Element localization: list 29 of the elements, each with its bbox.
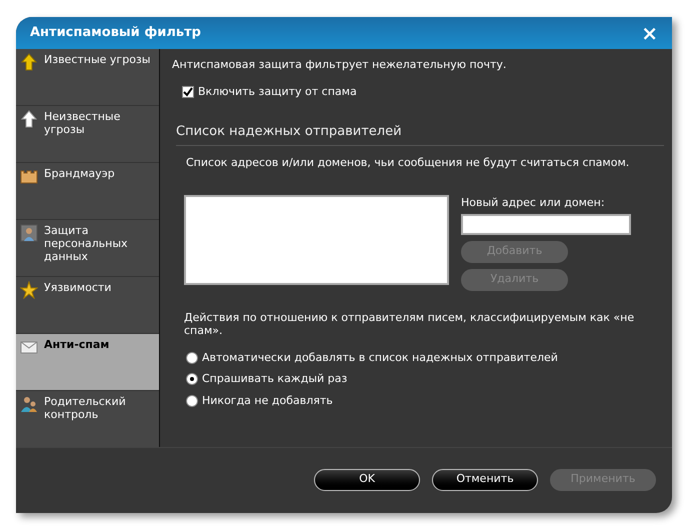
radio-button[interactable] xyxy=(186,394,198,407)
radio-button[interactable] xyxy=(186,352,198,364)
arrow-up-icon xyxy=(20,110,38,128)
sidebar-item[interactable]: Анти-спам xyxy=(16,334,159,391)
checkbox[interactable] xyxy=(182,86,194,98)
checkbox-label: Включить защиту от спама xyxy=(198,84,357,100)
button[interactable]: Отменить xyxy=(432,468,538,490)
field-label: Новый адрес или домен: xyxy=(461,195,606,211)
sidebar-item[interactable]: Известные угрозы xyxy=(16,49,159,106)
people-icon xyxy=(20,395,38,413)
section-heading: Список надежных отправителей xyxy=(176,123,403,141)
button[interactable]: OK xyxy=(314,468,420,490)
person-card-icon xyxy=(20,224,38,242)
star-icon xyxy=(20,281,38,299)
radio-label: Спрашивать каждый раз xyxy=(202,371,348,387)
sidebar-item[interactable]: Защита персональных данных xyxy=(16,220,159,277)
actions-text: Действия по отношению к отправителям писем, классифицируемым как «не спам». xyxy=(184,310,636,336)
intro-text: Антиспамовая защита фильтрует нежелательную почту. xyxy=(172,57,508,73)
sidebar-item[interactable]: Родительский контроль xyxy=(16,391,159,448)
radio-label: Никогда не добавлять xyxy=(202,392,333,408)
radio-button[interactable] xyxy=(186,373,198,386)
arrow-up-icon xyxy=(20,53,38,71)
description-text: Список адресов и/или доменов, чьи сообщения не будут считаться спамом. xyxy=(186,154,630,170)
input-field[interactable] xyxy=(461,214,631,234)
sidebar-item[interactable]: Неизвестные угрозы xyxy=(16,106,159,163)
window-title: Антиспамовый фильтр xyxy=(30,24,201,42)
close-button[interactable]: × xyxy=(641,23,658,43)
radio-label: Автоматически добавлять в список надежных отправителей xyxy=(202,350,558,366)
sidebar-item[interactable]: Брандмауэр xyxy=(16,163,159,220)
